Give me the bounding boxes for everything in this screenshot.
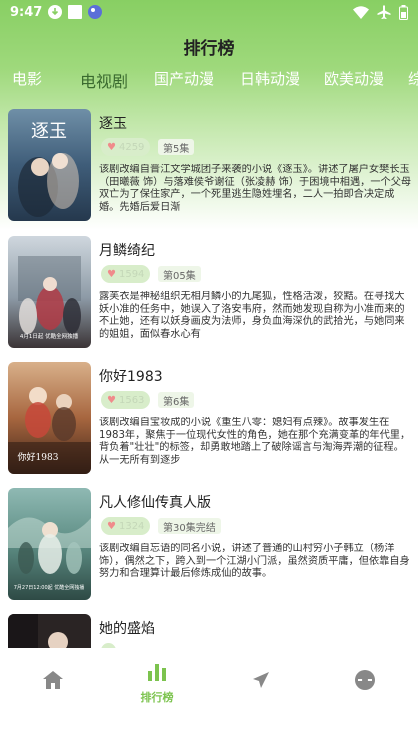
status-bar: 9:47 (0, 0, 418, 24)
bottom-navigation: 排行榜 (0, 648, 418, 720)
list-item[interactable]: 逐玉 逐玉 ♥ 4259 第5集 该剧改编自晋江文学城团子来袭的小说《逐玉》。讲… (8, 109, 412, 221)
tab-movie[interactable]: 电影 (12, 68, 42, 89)
heart-icon: ♥ (107, 141, 116, 153)
tab-western-anime[interactable]: 欧美动漫 (324, 68, 384, 89)
heat-badge: ♥ 1563 (101, 391, 151, 409)
nav-ranking[interactable]: 排行榜 (117, 648, 197, 720)
item-description: 该剧改编自忘语的同名小说，讲述了普通的山村穷小子韩立（杨洋 饰），偶然之下，跨入… (99, 543, 410, 579)
nav-profile[interactable] (325, 648, 405, 720)
heart-icon: ♥ (107, 520, 116, 532)
gesture-area (0, 720, 418, 743)
poster-caption: 逐玉 (31, 121, 67, 142)
item-title: 你好1983 (99, 369, 163, 385)
nav-send[interactable] (221, 648, 301, 720)
list-item[interactable]: 7月27日12:00起 优酷全网独播 凡人修仙传真人版 ♥ 1324 第30集完… (8, 488, 412, 600)
page-title: 排行榜 (183, 39, 235, 59)
heart-icon: ♥ (107, 268, 116, 280)
heart-icon: ♥ (107, 394, 116, 406)
episode-badge: 第6集 (158, 392, 195, 408)
tab-domestic-anime[interactable]: 国产动漫 (154, 68, 214, 89)
episode-badge: 第05集 (158, 266, 201, 282)
item-description: 该剧改编自宝妆成的小说《重生八零：媳妇有点辣》。故事发生在1983年，聚焦于一位… (99, 417, 411, 466)
poster-image[interactable]: 4月1日起 优酷全网独播 (8, 236, 91, 348)
battery-icon (399, 4, 408, 20)
wifi-icon (353, 5, 369, 19)
list-item[interactable]: 4月1日起 优酷全网独播 月鳞绮纪 ♥ 1594 第05集 露芙衣是神秘组织无相… (8, 236, 412, 348)
episode-badge: 第5集 (158, 139, 195, 155)
heat-value: 4259 (118, 141, 145, 153)
episode-badge: 第30集完结 (158, 518, 221, 534)
heat-badge: ♥ 1324 (101, 517, 151, 535)
tab-tv-series[interactable]: 电视剧 (80, 68, 128, 92)
list-item[interactable]: 你好1983 你好1983 ♥ 1563 第6集 该剧改编自宝妆成的小说《重生八… (8, 362, 412, 474)
heat-badge: ♥ 1594 (101, 265, 151, 283)
heat-badge: ♥ 4259 (101, 138, 151, 156)
nav-ranking-label: 排行榜 (140, 691, 174, 704)
item-title: 月鳞绮纪 (99, 243, 155, 259)
app-notification-icon (68, 5, 83, 19)
tab-jp-kr-anime[interactable]: 日韩动漫 (240, 68, 300, 89)
poster-image[interactable]: 你好1983 (8, 362, 91, 474)
poster-image[interactable]: 7月27日12:00起 优酷全网独播 (8, 488, 91, 600)
send-icon (252, 671, 270, 693)
download-notification-icon (48, 5, 63, 19)
item-title: 逐玉 (99, 116, 127, 132)
profile-icon (355, 670, 375, 694)
poster-caption: 你好1983 (18, 451, 59, 463)
poster-image[interactable]: 逐玉 (8, 109, 91, 221)
status-time: 9:47 (10, 4, 43, 20)
item-title: 她的盛焰 (99, 621, 155, 637)
ranking-icon (147, 663, 167, 685)
home-icon (43, 671, 63, 693)
heat-value: 1594 (118, 268, 145, 280)
item-title: 凡人修仙传真人版 (99, 495, 211, 511)
poster-caption: 4月1日起 优酷全网独播 (20, 332, 79, 340)
heat-value: 1324 (118, 520, 145, 532)
poster-image[interactable] (8, 614, 91, 648)
list-item[interactable]: 她的盛焰 (8, 614, 412, 648)
browser-notification-icon (88, 5, 103, 19)
heat-value: 1563 (118, 394, 145, 406)
category-tabs: 电影 电视剧 国产动漫 日韩动漫 欧美动漫 综 (0, 68, 418, 94)
nav-home[interactable] (13, 648, 93, 720)
tab-variety[interactable]: 综 (408, 68, 418, 89)
item-description: 露芙衣是神秘组织无相月鳞小的九尾狐，性格活泼，狡黠。在寻找大妖小准的任务中，她误… (99, 291, 405, 340)
airplane-mode-icon (377, 5, 391, 19)
poster-caption: 7月27日12:00起 优酷全网独播 (14, 584, 85, 591)
item-description: 该剧改编自晋江文学城团子来袭的小说《逐玉》。讲述了屠户女樊长玉（田曦薇 饰）与落… (99, 164, 412, 213)
ranking-list: 逐玉 逐玉 ♥ 4259 第5集 该剧改编自晋江文学城团子来袭的小说《逐玉》。讲… (0, 108, 418, 648)
